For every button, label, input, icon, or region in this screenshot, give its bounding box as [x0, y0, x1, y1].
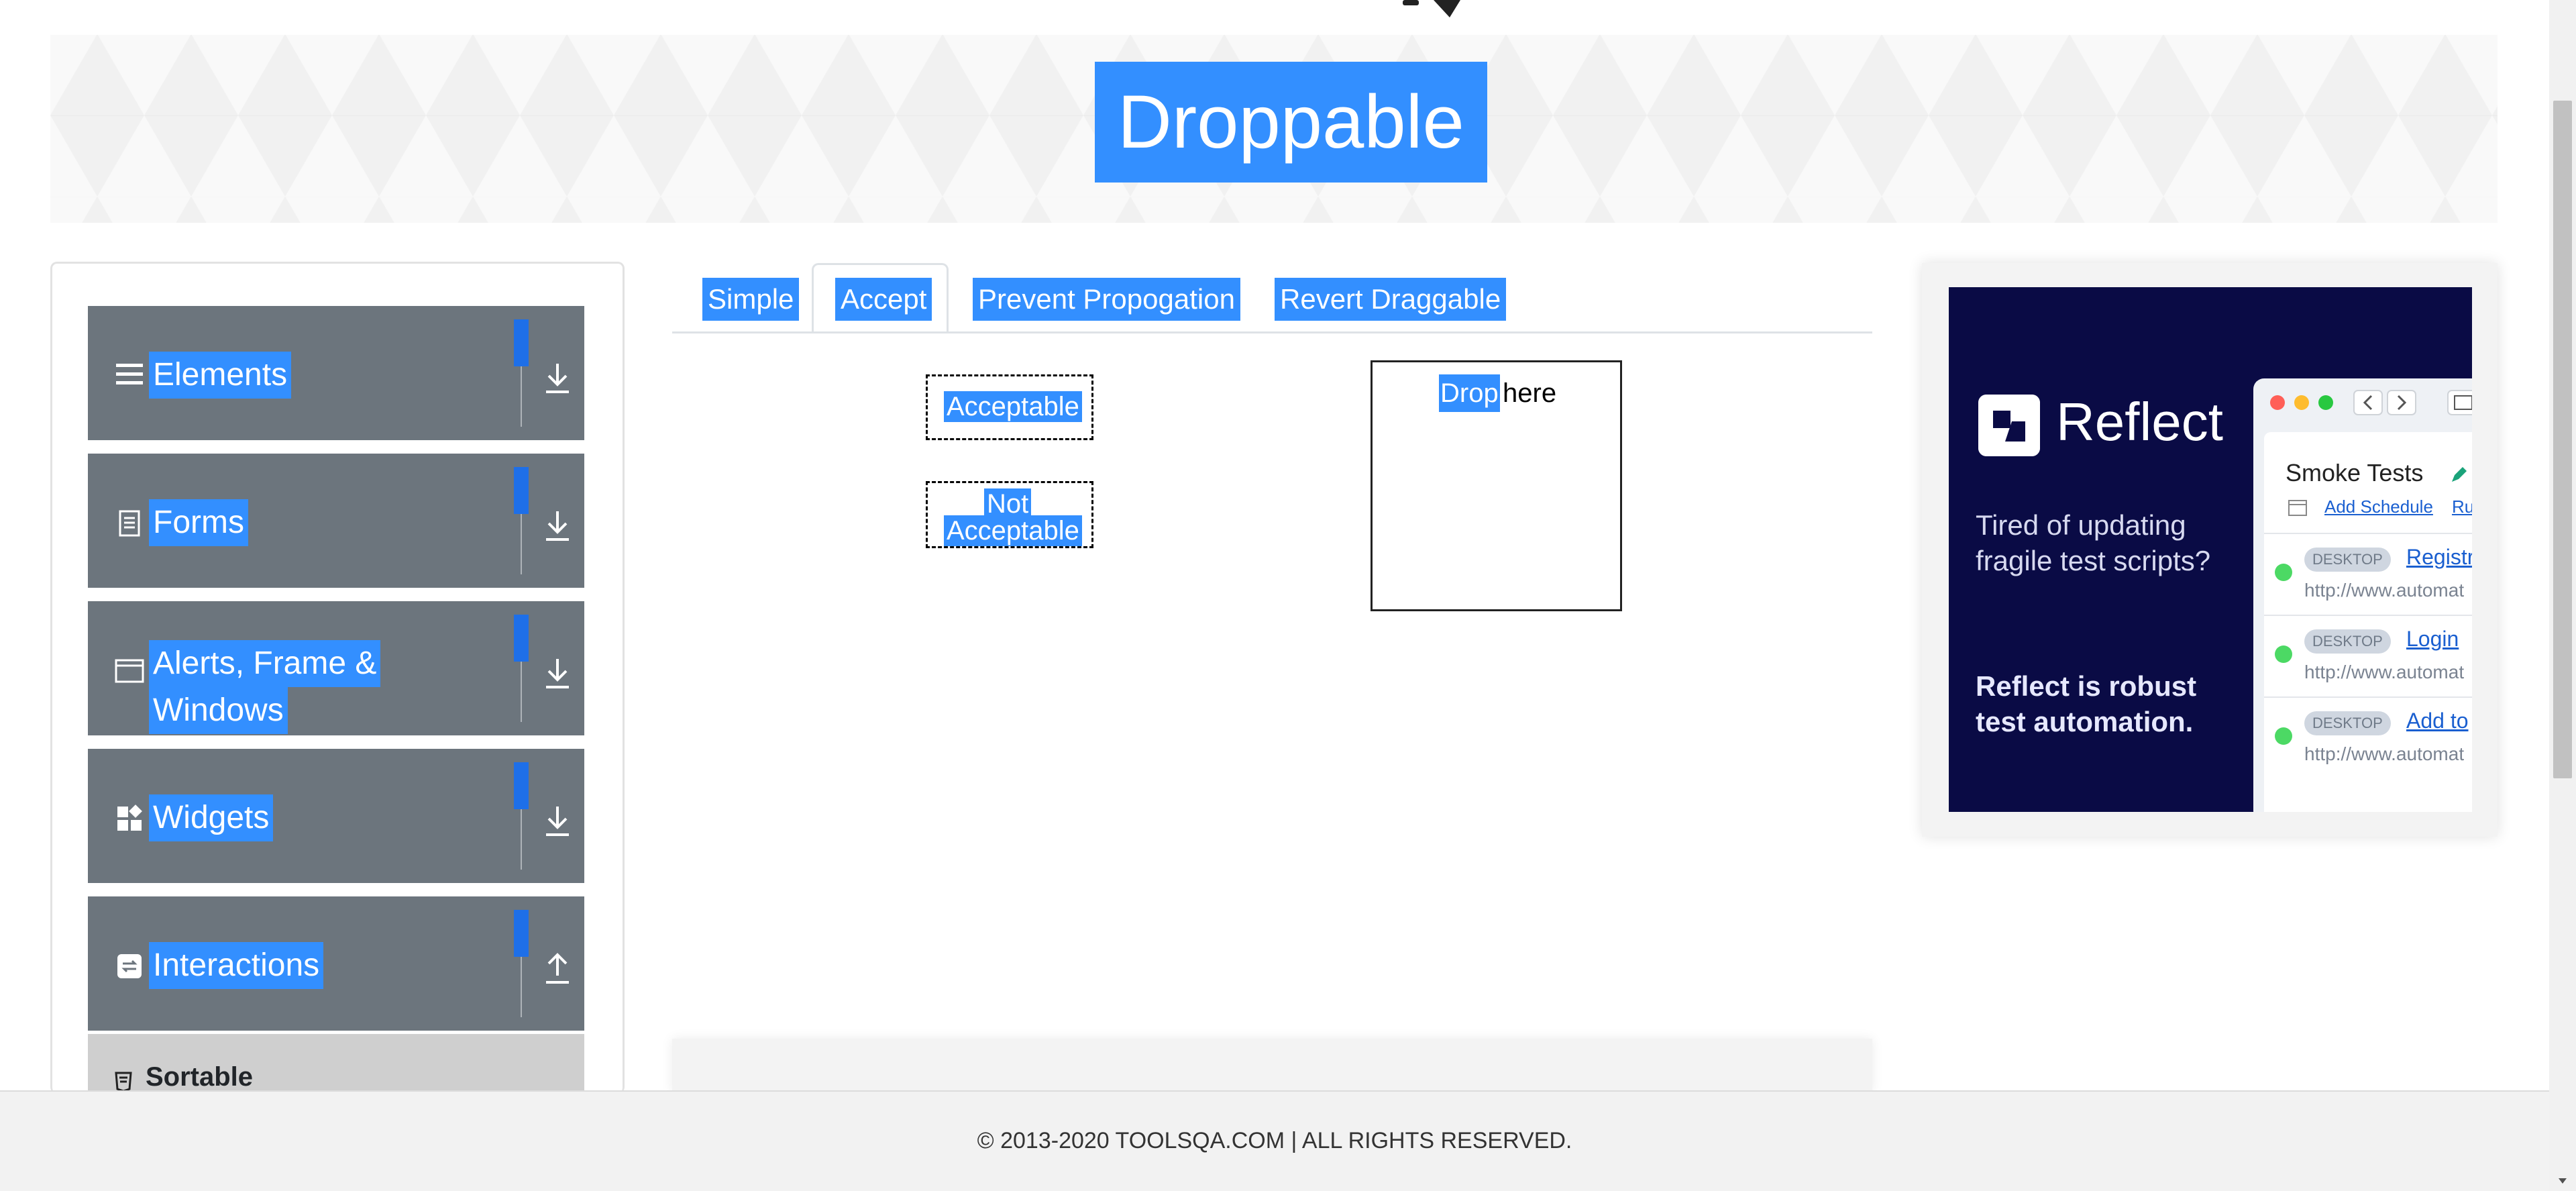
acceptable-draggable[interactable]: Acceptable	[926, 374, 1093, 440]
group-indicator	[514, 319, 529, 366]
tab-prevent-propogation[interactable]: Prevent Propogation	[973, 278, 1240, 321]
not-acceptable-draggable[interactable]: Not Acceptable	[926, 481, 1093, 548]
test-url: http://www.automat	[2304, 743, 2465, 764]
group-indicator	[514, 467, 529, 514]
page-footer: © 2013-2020 TOOLSQA.COM | ALL RIGHTS RES…	[0, 1090, 2549, 1191]
drop-target[interactable]: Drop here	[1371, 360, 1622, 611]
sidebar-group-label: Interactions	[149, 942, 324, 989]
tab-simple[interactable]: Simple	[702, 278, 800, 321]
menu-icon	[116, 364, 143, 384]
group-divider	[521, 366, 522, 427]
sidebar-item-sortable[interactable]: Sortable	[88, 1034, 584, 1094]
reflect-logo-icon	[1978, 395, 2040, 456]
download-arrow-icon[interactable]	[541, 655, 574, 691]
html-icon	[115, 1072, 132, 1092]
pencil-icon	[2452, 467, 2467, 482]
scrollbar-thumb[interactable]	[2553, 101, 2572, 778]
group-indicator	[514, 762, 529, 809]
platform-badge: DESKTOP	[2304, 711, 2391, 735]
sidebar-item-label: Sortable	[146, 1062, 254, 1092]
interactions-icon	[117, 954, 142, 978]
ad-panel: Smoke Tests Add Schedule Ru DESKTOP Regi…	[2264, 432, 2472, 812]
sidebar-group-forms[interactable]: Forms	[88, 454, 584, 588]
test-link[interactable]: Add to	[2406, 709, 2469, 733]
group-divider	[521, 514, 522, 574]
status-dot-icon	[2275, 645, 2292, 663]
download-arrow-icon[interactable]	[541, 507, 574, 543]
sidebar-group-label: Elements	[149, 352, 292, 399]
draggable-label-line2: Acceptable	[944, 515, 1082, 546]
test-link[interactable]: Registr	[2406, 545, 2472, 570]
group-divider	[521, 662, 522, 722]
sidebar-group-interactions[interactable]: Interactions	[88, 896, 584, 1031]
drop-label-word2: here	[1503, 378, 1557, 408]
platform-badge: DESKTOP	[2304, 548, 2391, 572]
calendar-icon	[2288, 500, 2307, 516]
sidebar-group-label: Forms	[149, 499, 248, 546]
document-icon	[119, 510, 140, 537]
window-controls-icon	[2270, 390, 2472, 415]
ad-test-row: DESKTOP Login http://www.automat	[2264, 615, 2472, 695]
draggable-label: Acceptable	[944, 391, 1082, 422]
group-indicator	[514, 615, 529, 662]
sidebar-group-alerts[interactable]: Alerts, Frame & Windows	[88, 601, 584, 735]
status-dot-icon	[2275, 564, 2292, 581]
sidebar-group-label: Alerts, Frame &	[149, 640, 381, 687]
download-arrow-icon[interactable]	[541, 802, 574, 839]
left-sidebar: Elements Forms Alerts, Frame & Windows W…	[50, 262, 625, 1094]
drop-label-word1: Drop	[1439, 374, 1500, 412]
group-divider	[521, 957, 522, 1017]
test-link[interactable]: Login	[2406, 627, 2459, 652]
platform-badge: DESKTOP	[2304, 629, 2391, 654]
scroll-down-arrow-icon[interactable]	[2556, 1174, 2569, 1188]
sidebar-group-label-line2: Windows	[149, 687, 288, 734]
sidebar-group-label: Widgets	[149, 794, 274, 841]
content-banner-strip	[672, 1039, 1872, 1092]
footer-copyright: © 2013-2020 TOOLSQA.COM | ALL RIGHTS RES…	[977, 1128, 1572, 1153]
ad-brand: Reflect	[2056, 392, 2223, 452]
ad-tagline-2: Reflect is robust test automation.	[1976, 670, 2197, 737]
sidebar-group-elements[interactable]: Elements	[88, 306, 584, 440]
upload-arrow-icon[interactable]	[541, 950, 574, 986]
status-dot-icon	[2275, 727, 2292, 745]
widgets-icon	[117, 805, 142, 831]
ad-tagline: Tired of updating fragile test scripts?	[1976, 509, 2211, 576]
group-divider	[521, 809, 522, 870]
sidebar-group-widgets[interactable]: Widgets	[88, 749, 584, 883]
group-indicator	[514, 910, 529, 957]
tab-revert-draggable[interactable]: Revert Draggable	[1275, 278, 1507, 321]
ad-test-row: DESKTOP Registr http://www.automat	[2264, 533, 2472, 613]
window-icon	[115, 659, 144, 683]
page-title: Droppable	[1095, 62, 1487, 183]
reflect-ad[interactable]: Reflect Tired of updating fragile test s…	[1949, 287, 2472, 812]
ad-test-row: DESKTOP Add to http://www.automat	[2264, 696, 2472, 777]
run-link[interactable]: Ru	[2452, 497, 2472, 517]
site-logo-fragment	[1403, 0, 1460, 17]
tab-accept[interactable]: Accept	[835, 278, 932, 321]
add-schedule-link[interactable]: Add Schedule	[2324, 497, 2433, 517]
tabs-underline	[672, 331, 1872, 333]
ad-browser-mockup: Smoke Tests Add Schedule Ru DESKTOP Regi…	[2253, 378, 2472, 812]
download-arrow-icon[interactable]	[541, 360, 574, 396]
ad-panel-title: Smoke Tests	[2286, 459, 2424, 486]
test-url: http://www.automat	[2304, 662, 2465, 682]
page-scrollbar[interactable]	[2549, 0, 2576, 1191]
test-url: http://www.automat	[2304, 580, 2465, 601]
